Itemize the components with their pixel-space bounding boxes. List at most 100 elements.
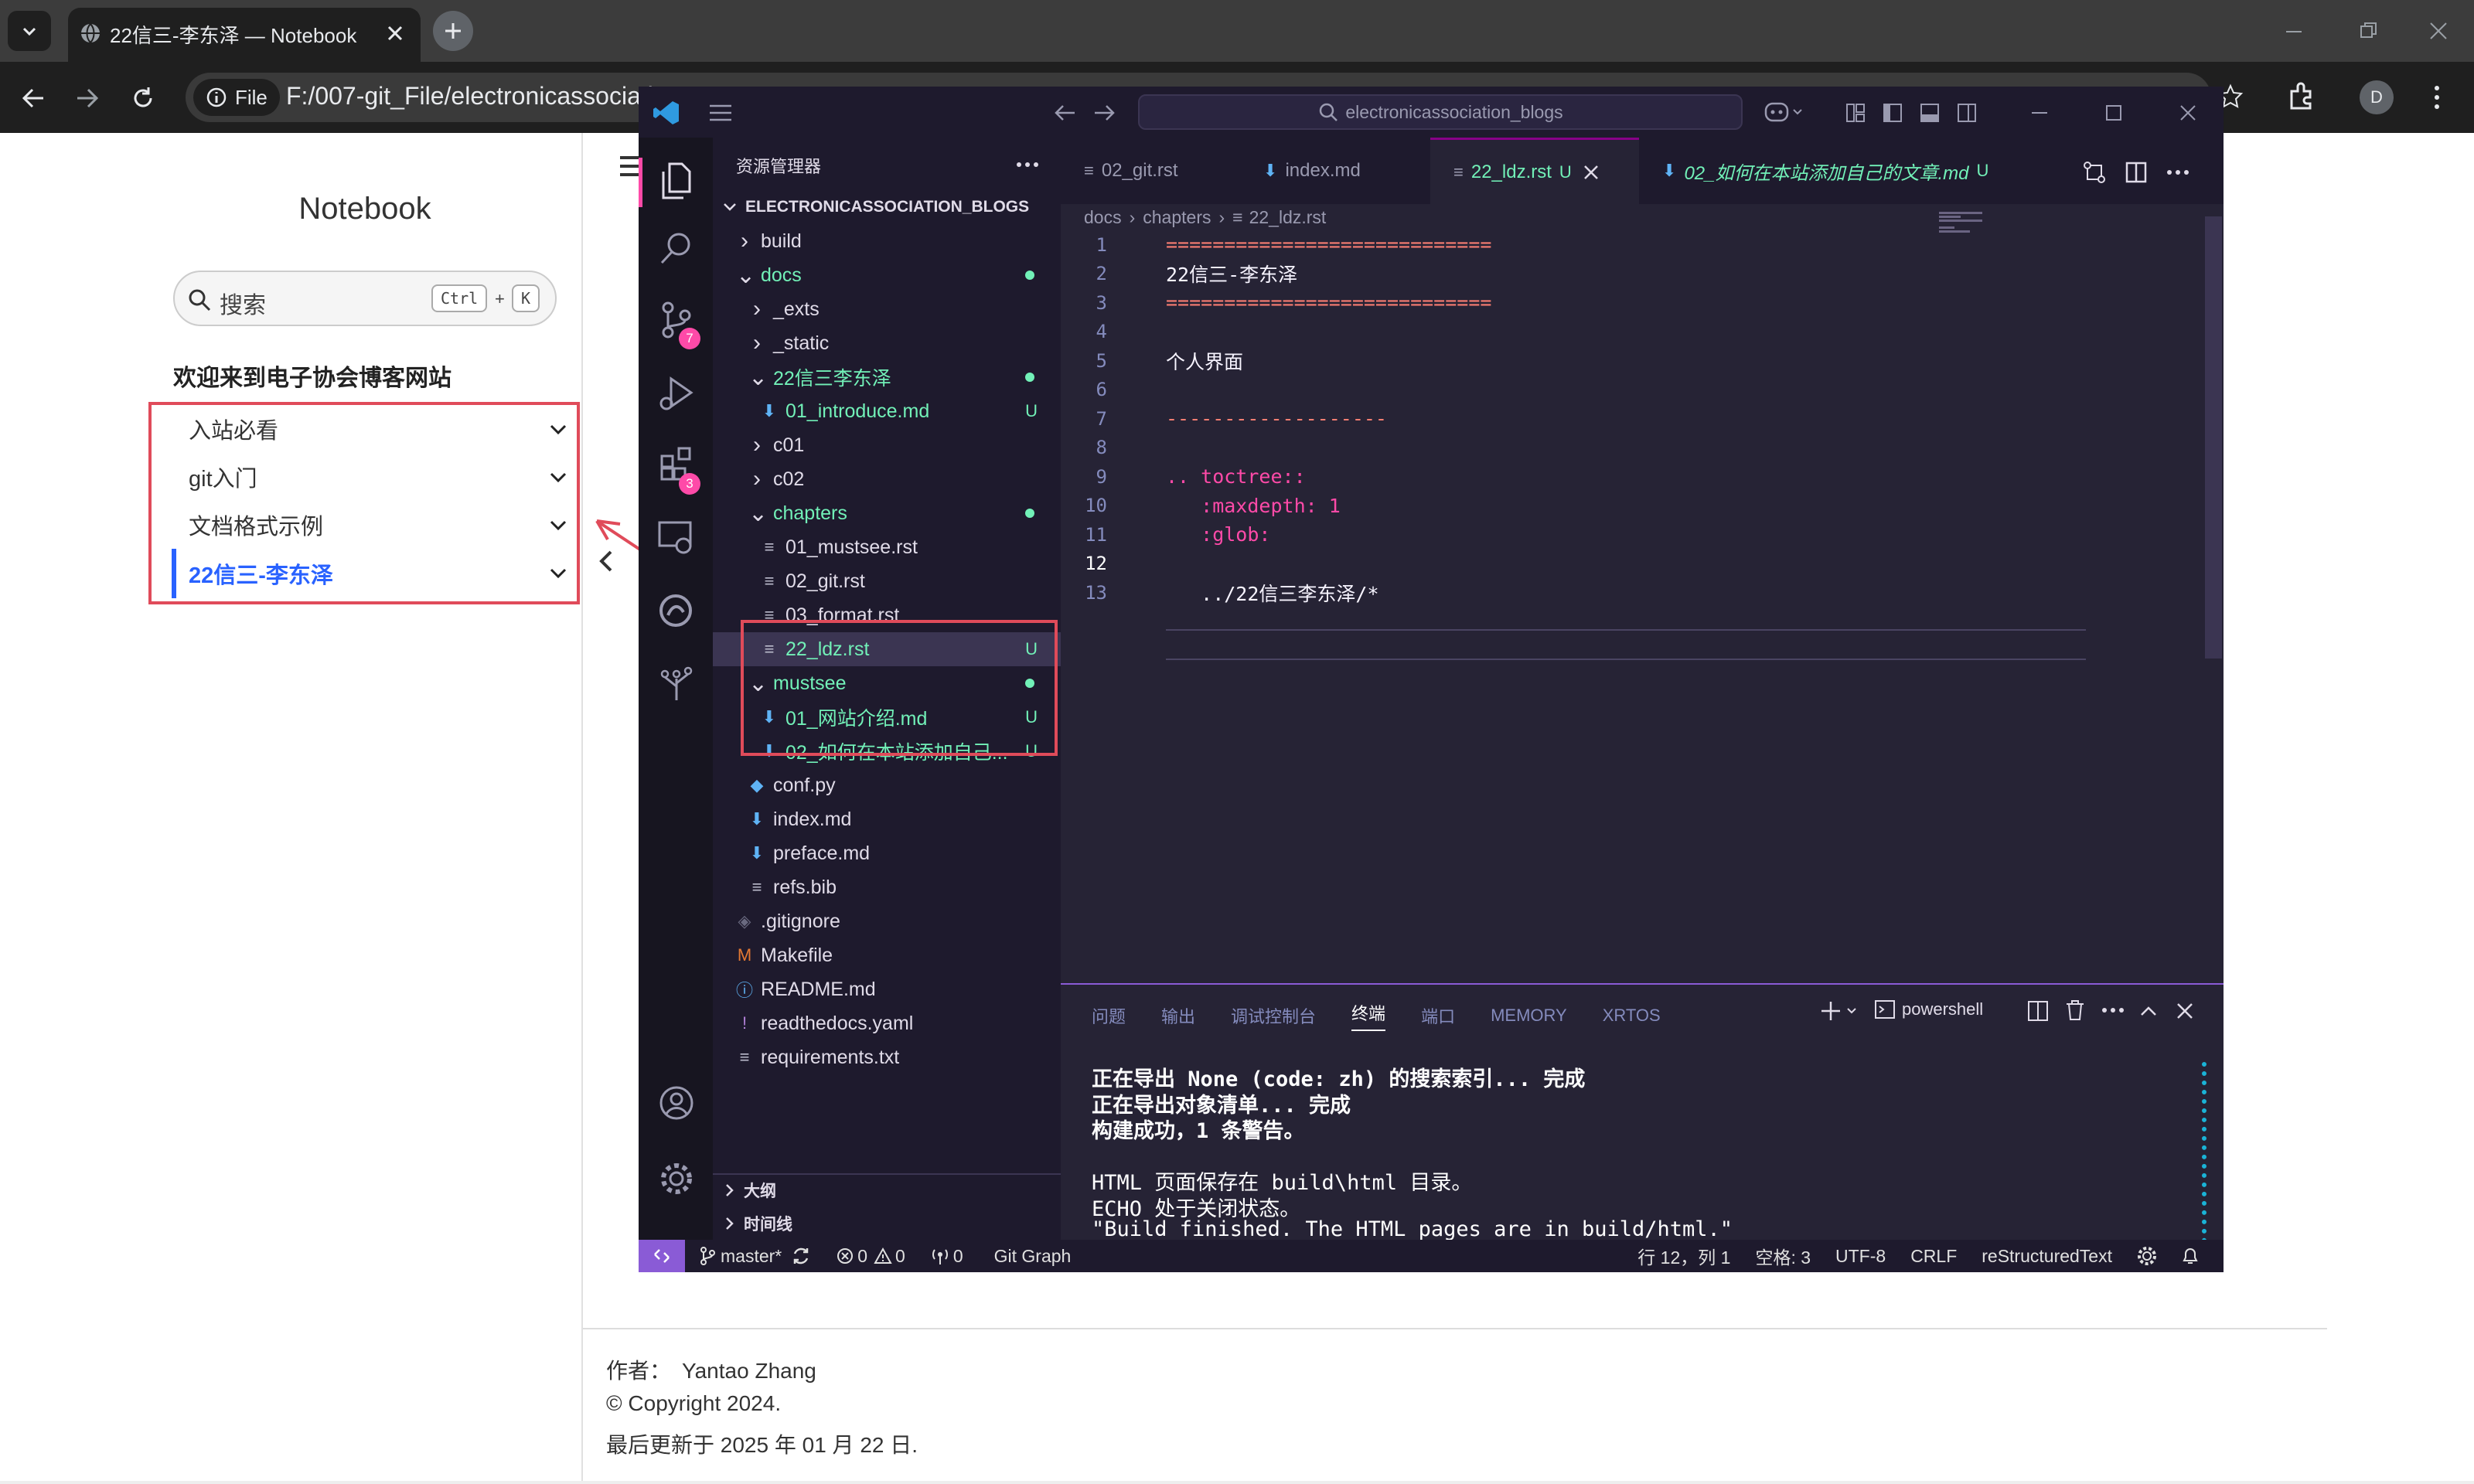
reload-icon[interactable]	[130, 85, 156, 111]
cursor-position[interactable]: 行 12，列 1	[1637, 1243, 1730, 1269]
tree-file[interactable]: ! readthedocs.yaml	[713, 1006, 1061, 1040]
maximize-icon[interactable]	[2104, 104, 2123, 122]
gear-icon[interactable]	[2137, 1246, 2157, 1266]
close-icon[interactable]	[385, 23, 405, 43]
nav-item-active[interactable]: 22信三-李东泽	[172, 549, 577, 598]
tree-folder[interactable]: ⌄ chapters	[713, 496, 1061, 530]
more-horiz-icon[interactable]	[1016, 161, 1039, 168]
tree-file[interactable]: ⬇ 01_introduce.md U	[713, 394, 1061, 428]
run-debug-icon[interactable]	[659, 374, 694, 413]
new-terminal-icon[interactable]	[1821, 1000, 1860, 1022]
chevron-down-icon[interactable]	[547, 467, 569, 488]
menu-icon[interactable]	[708, 104, 733, 122]
code-line[interactable]: 12	[1061, 550, 2066, 579]
code-area[interactable]: 1 ============================ 2 22信三-李东泽 3 =…	[1061, 230, 2066, 608]
language-mode[interactable]: reStructuredText	[1982, 1246, 2112, 1267]
code-line[interactable]: 4	[1061, 318, 2066, 347]
toggle-panel-icon[interactable]	[1919, 102, 1941, 124]
bell-icon[interactable]	[2180, 1245, 2200, 1267]
more-horiz-icon[interactable]	[2166, 168, 2189, 176]
more-vert-icon[interactable]	[2429, 83, 2445, 111]
panel-tab-problems[interactable]: 问题	[1092, 1003, 1126, 1028]
chevron-down-icon[interactable]	[547, 515, 569, 536]
line-ending[interactable]: CRLF	[1910, 1246, 1957, 1267]
tree-file[interactable]: ⬇ preface.md	[713, 836, 1061, 870]
code-line[interactable]: 9 .. toctree::	[1061, 462, 2066, 492]
tree-file[interactable]: ◈ .gitignore	[713, 904, 1061, 938]
code-line[interactable]: 10 :maxdepth: 1	[1061, 492, 2066, 521]
nav-item[interactable]: git入门	[152, 453, 577, 501]
encoding[interactable]: UTF-8	[1835, 1246, 1886, 1267]
command-center[interactable]: electronicassociation_blogs	[1138, 94, 1743, 130]
git-graph-button[interactable]: Git Graph	[994, 1246, 1072, 1267]
restore-icon[interactable]	[2358, 20, 2380, 42]
editor-tab[interactable]: ⬇ 02_如何在本站添加自己的文章.md U	[1639, 138, 2038, 204]
search-icon[interactable]	[659, 230, 694, 266]
split-editor-icon[interactable]	[2125, 161, 2148, 184]
branch-indicator[interactable]: master*	[699, 1246, 811, 1267]
code-line[interactable]: 2 22信三-李东泽	[1061, 260, 2066, 289]
ports-indicator[interactable]: 0	[930, 1246, 963, 1267]
editor-tab-active[interactable]: ≡ 22_ldz.rst U	[1430, 138, 1639, 204]
site-info-chip[interactable]: File	[193, 79, 280, 116]
panel-tab-xrtos[interactable]: XRTOS	[1603, 1006, 1661, 1026]
search-box[interactable]: 搜索 Ctrl + K	[173, 271, 557, 326]
code-line[interactable]: 13 ../22信三李东泽/*	[1061, 578, 2066, 608]
remote-explorer-icon[interactable]	[657, 519, 694, 555]
close-panel-icon[interactable]	[2176, 1002, 2194, 1020]
tree-folder[interactable]: › c01	[713, 428, 1061, 462]
code-line[interactable]: 1 ============================	[1061, 230, 2066, 260]
url-text[interactable]: F:/007-git_File/electronicassociatio	[286, 82, 667, 111]
gear-icon[interactable]	[659, 1161, 694, 1196]
forward-icon[interactable]	[1093, 102, 1116, 124]
site-brand[interactable]: Notebook	[0, 192, 730, 226]
sync-icon[interactable]	[791, 1246, 811, 1266]
compare-changes-icon[interactable]	[2081, 159, 2108, 186]
breadcrumb-item[interactable]: chapters	[1143, 207, 1211, 228]
code-line[interactable]: 11 :glob:	[1061, 520, 2066, 550]
back-icon[interactable]	[20, 85, 46, 111]
panel-tab-debug-console[interactable]: 调试控制台	[1231, 1003, 1316, 1028]
close-icon[interactable]	[1583, 164, 1600, 181]
trash-icon[interactable]	[2064, 999, 2086, 1022]
tree-file[interactable]: M Makefile	[713, 938, 1061, 972]
nav-item[interactable]: 入站必看	[152, 405, 577, 453]
code-line[interactable]: 7 -------------------	[1061, 404, 2066, 434]
tree-folder[interactable]: › _exts	[713, 292, 1061, 326]
copilot-icon[interactable]	[1763, 99, 1806, 125]
tree-file[interactable]: ⬇ index.md	[713, 802, 1061, 836]
tree-file[interactable]: ≡ requirements.txt	[713, 1040, 1061, 1074]
new-tab-button[interactable]	[433, 11, 473, 51]
git-graph-icon[interactable]	[659, 663, 694, 702]
close-window-icon[interactable]	[2179, 104, 2197, 122]
minimize-icon[interactable]	[2030, 104, 2049, 122]
toggle-sidebar-icon[interactable]	[1882, 102, 1903, 124]
indentation[interactable]: 空格: 3	[1755, 1243, 1811, 1269]
chevron-down-icon[interactable]	[547, 563, 569, 584]
editor-tab[interactable]: ≡ 02_git.rst	[1061, 138, 1240, 204]
profile-avatar[interactable]: D	[2360, 80, 2394, 114]
terminal-shell-selector[interactable]: powershell	[1874, 999, 1983, 1020]
toggle-secondary-sidebar-icon[interactable]	[1956, 102, 1978, 124]
tree-file[interactable]: ≡ 02_git.rst	[713, 564, 1061, 598]
tree-file[interactable]: ⓘ README.md	[713, 972, 1061, 1006]
split-terminal-icon[interactable]	[2027, 1000, 2049, 1022]
panel-tab-ports[interactable]: 端口	[1421, 1003, 1455, 1028]
layout-customize-icon[interactable]	[1845, 102, 1866, 124]
tab-search-button[interactable]	[8, 11, 51, 51]
explorer-root[interactable]: ELECTRONICASSOCIATION_BLOGS	[713, 190, 1061, 224]
minimap[interactable]	[1939, 210, 1985, 249]
extensions-icon[interactable]	[2287, 82, 2316, 111]
extension-view-icon[interactable]	[657, 592, 694, 629]
back-icon[interactable]	[1053, 102, 1076, 124]
panel-tab-memory[interactable]: MEMORY	[1491, 1006, 1567, 1026]
terminal-output[interactable]: 正在导出 None (code: zh) 的搜索索引... 完成 正在导出对象清单…	[1092, 1062, 2174, 1269]
timeline-section[interactable]: 时间线	[713, 1207, 1061, 1240]
close-window-icon[interactable]	[2428, 20, 2449, 42]
explorer-icon[interactable]	[657, 161, 694, 201]
code-line[interactable]: 8	[1061, 434, 2066, 463]
browser-tab[interactable]: 22信三-李东泽 — Notebook	[68, 8, 421, 62]
editor[interactable]: docs › chapters › ≡ 22_ldz.rst 1 ========…	[1061, 204, 2224, 983]
editor-tab[interactable]: ⬇ index.md	[1240, 138, 1430, 204]
tree-folder[interactable]: › c02	[713, 462, 1061, 496]
